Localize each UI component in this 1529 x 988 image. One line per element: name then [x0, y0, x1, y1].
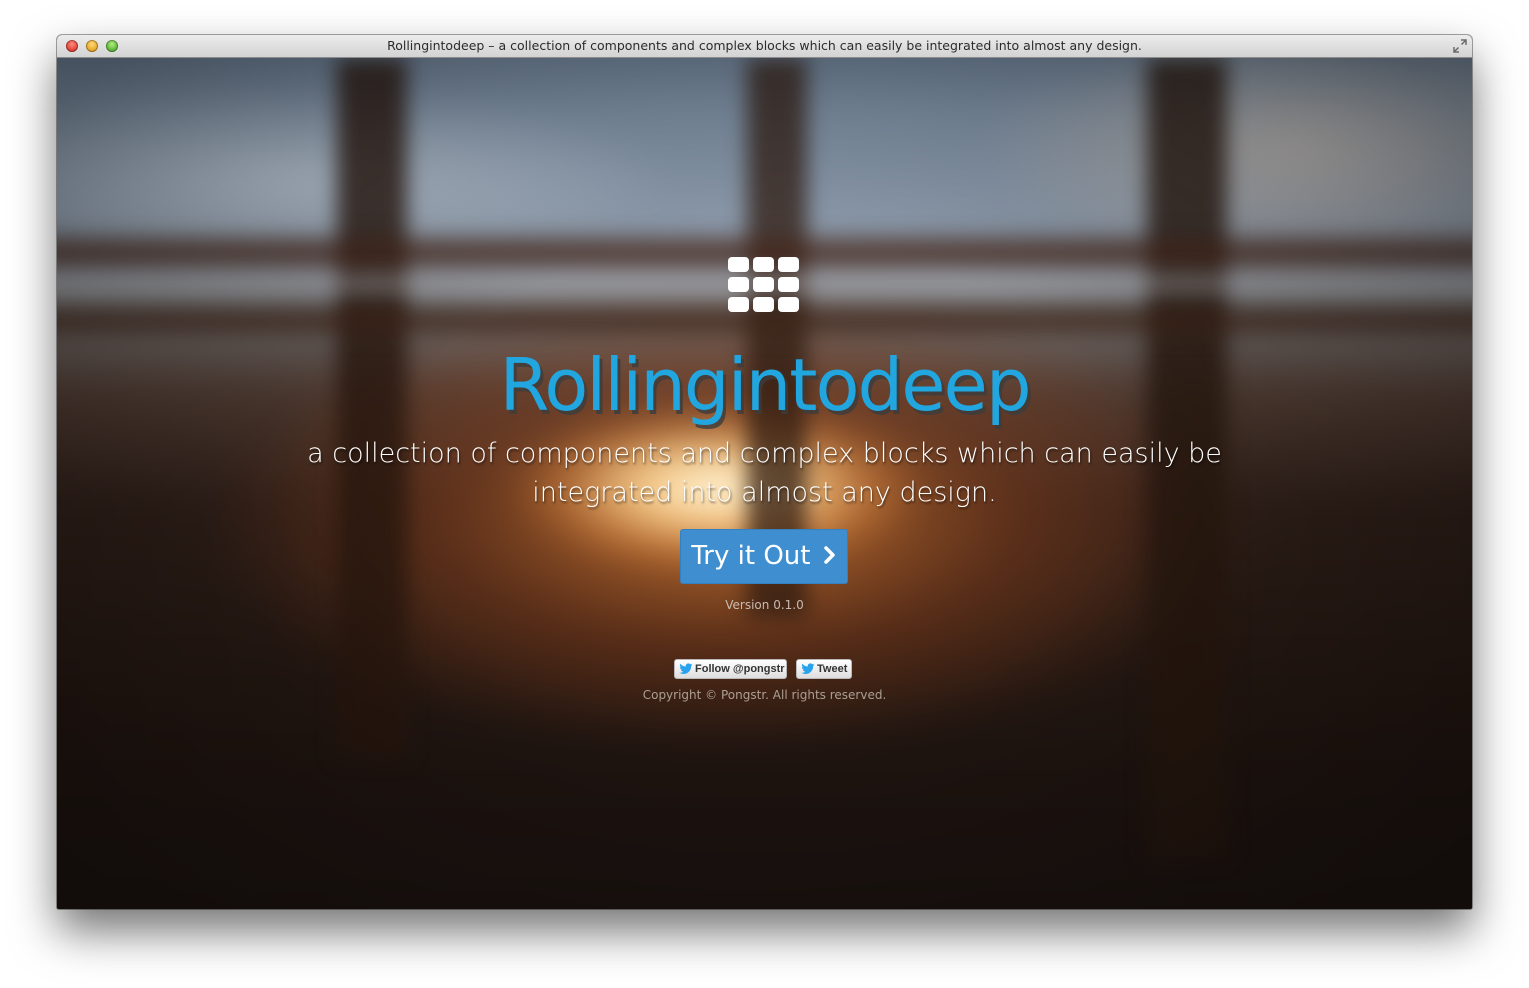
tagline: a collection of components and complex b…	[307, 438, 1222, 508]
follow-button[interactable]: Follow @pongstr	[674, 659, 787, 679]
grid-icon	[728, 257, 800, 313]
title-bar: Rollingintodeep – a collection of compon…	[57, 35, 1472, 58]
fullscreen-icon[interactable]	[1452, 38, 1468, 54]
try-it-out-button[interactable]: Try it Out	[680, 529, 848, 584]
copyright: Copyright © Pongstr. All rights reserved…	[642, 688, 887, 702]
browser-window: Rollingintodeep – a collection of compon…	[57, 35, 1472, 909]
page-title: Rollingintodeep	[499, 343, 1031, 427]
chevron-right-icon	[824, 545, 835, 564]
try-it-out-label: Try it Out	[691, 541, 811, 571]
follow-label: Follow @pongstr	[695, 663, 785, 675]
twitter-bird-icon	[801, 663, 815, 674]
twitter-bird-icon	[679, 663, 693, 674]
page-content: Rollingintodeep a collection of componen…	[57, 58, 1472, 909]
window-title: Rollingintodeep – a collection of compon…	[387, 38, 1142, 53]
tweet-label: Tweet	[817, 663, 848, 675]
tweet-button[interactable]: Tweet	[796, 659, 852, 679]
version-label: Version 0.1.0	[725, 598, 804, 612]
